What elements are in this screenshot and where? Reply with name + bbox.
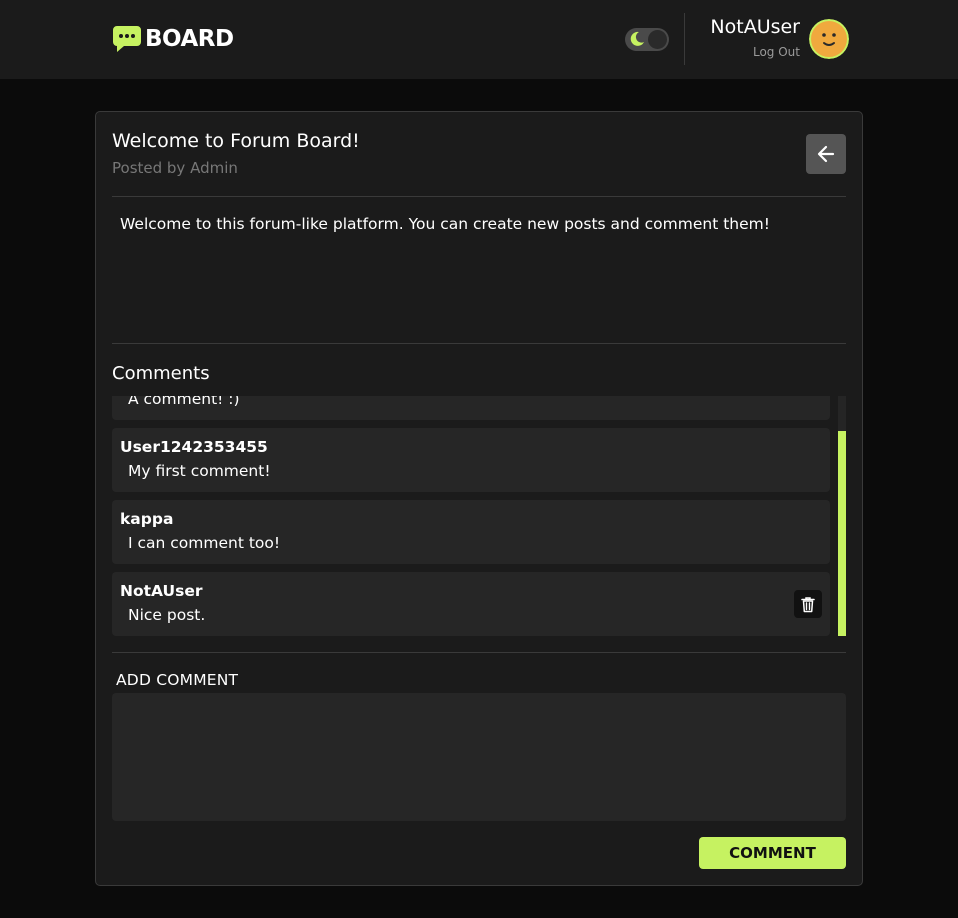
comment-author: kappa — [120, 510, 174, 528]
comment-submit-button[interactable]: COMMENT — [699, 837, 846, 869]
comments-scrollbar[interactable] — [838, 396, 846, 636]
comment-text: A comment! :) — [128, 396, 240, 408]
logo[interactable]: BOARD — [112, 25, 234, 53]
comment-author: NotAUser — [120, 582, 203, 600]
header-divider — [684, 13, 685, 65]
moon-icon — [630, 31, 644, 46]
comment-item: NotAUser Nice post. — [112, 572, 830, 636]
toggle-knob — [648, 30, 667, 49]
divider — [112, 343, 846, 344]
comment-item: kappa I can comment too! — [112, 500, 830, 564]
divider — [112, 652, 846, 653]
logout-link[interactable]: Log Out — [690, 44, 800, 60]
trash-icon — [801, 596, 815, 612]
smiley-face-icon[interactable] — [809, 19, 849, 59]
comments-list[interactable]: A comment! :) User1242353455 My first co… — [112, 396, 846, 636]
post-body: Welcome to this forum-like platform. You… — [120, 215, 770, 233]
user-menu: NotAUser Log Out — [690, 14, 800, 60]
post-author: Posted by Admin — [112, 159, 238, 177]
divider — [112, 196, 846, 197]
comment-author: User1242353455 — [120, 438, 268, 456]
theme-toggle[interactable] — [625, 28, 669, 51]
comment-text: Nice post. — [128, 606, 206, 624]
comment-item: A comment! :) — [112, 396, 830, 420]
logo-text: BOARD — [145, 26, 234, 52]
comment-text: I can comment too! — [128, 534, 281, 552]
post-title: Welcome to Forum Board! — [112, 130, 360, 152]
add-comment-label: ADD COMMENT — [116, 671, 239, 689]
comment-item: User1242353455 My first comment! — [112, 428, 830, 492]
comment-input[interactable] — [112, 693, 846, 821]
scrollbar-thumb[interactable] — [838, 431, 846, 636]
post-card: Welcome to Forum Board! Posted by Admin … — [95, 111, 863, 886]
top-bar: BOARD NotAUser Log Out — [0, 0, 958, 79]
back-button[interactable] — [806, 134, 846, 174]
comment-text: My first comment! — [128, 462, 271, 480]
username: NotAUser — [710, 16, 800, 38]
chat-bubble-icon — [113, 26, 141, 52]
delete-comment-button[interactable] — [794, 590, 822, 618]
comments-heading: Comments — [112, 363, 210, 384]
arrow-left-icon — [817, 145, 835, 163]
